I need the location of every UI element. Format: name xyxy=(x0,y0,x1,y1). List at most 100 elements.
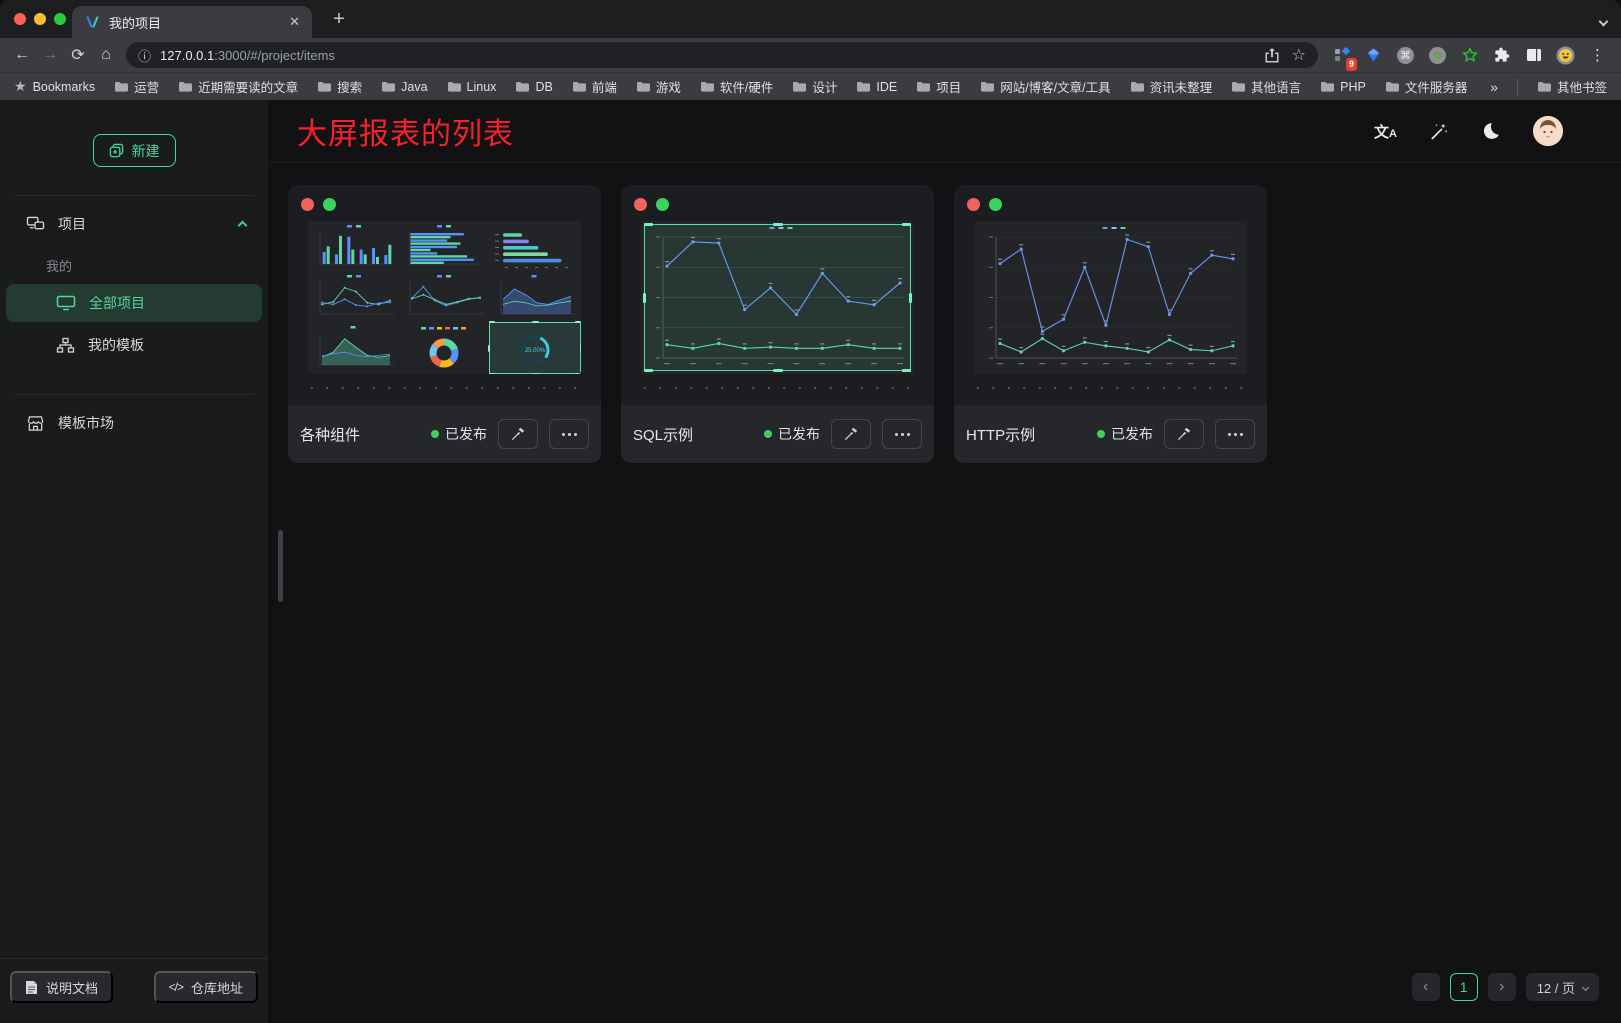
url-text[interactable]: 127.0.0.1:3000/#/project/items xyxy=(160,48,1256,63)
dark-mode-moon-icon[interactable] xyxy=(1481,121,1501,141)
resize-handle[interactable] xyxy=(532,321,539,323)
bookmark-folder[interactable]: 近期需要读的文章 xyxy=(178,77,298,96)
bookmark-folder[interactable]: 游戏 xyxy=(636,77,681,96)
resize-handle[interactable] xyxy=(773,369,783,372)
project-thumbnail[interactable] xyxy=(641,221,914,374)
site-info-icon[interactable]: ⓘ xyxy=(138,46,151,65)
new-project-button[interactable]: 新建 xyxy=(93,134,176,167)
bookmark-folder[interactable]: Java xyxy=(381,80,427,94)
resize-handle[interactable] xyxy=(773,223,783,226)
resize-handle[interactable] xyxy=(902,369,911,372)
window-minimize-button[interactable] xyxy=(34,13,46,25)
tab-close-icon[interactable]: ✕ xyxy=(289,14,300,30)
header-actions: 文A xyxy=(1374,116,1563,146)
project-thumbnail[interactable]: 25.00% xyxy=(308,221,581,374)
edit-project-button[interactable] xyxy=(831,419,871,449)
project-card[interactable]: HTTP示例 已发布 xyxy=(954,185,1267,463)
more-actions-button[interactable] xyxy=(549,419,589,449)
bookmark-folder[interactable]: 文件服务器 xyxy=(1385,77,1468,96)
page-size-select[interactable]: 12 / 页 xyxy=(1526,973,1599,1001)
bookmarks-overflow-icon[interactable]: » xyxy=(1490,79,1498,95)
resize-handle[interactable] xyxy=(644,369,653,372)
resize-handle[interactable] xyxy=(643,293,646,303)
extension-command-icon[interactable]: ⌘ xyxy=(1396,46,1415,65)
back-icon[interactable]: ← xyxy=(8,46,36,64)
current-page-button[interactable]: 1 xyxy=(1450,973,1478,1001)
bookmark-folder[interactable]: DB xyxy=(515,80,552,94)
profile-avatar-icon[interactable] xyxy=(1556,46,1575,65)
sidebar-item-template-market[interactable]: 模板市场 xyxy=(0,403,268,443)
resize-handle[interactable] xyxy=(644,223,653,226)
hammer-icon xyxy=(843,426,859,442)
bookmark-folder[interactable]: 运营 xyxy=(114,77,159,96)
extensions-puzzle-icon[interactable] xyxy=(1492,46,1511,65)
window-zoom-button[interactable] xyxy=(54,13,66,25)
docs-button[interactable]: 说明文档 xyxy=(10,971,113,1003)
project-card-list: 25.00% 各种组件 已发布 SQL示例 已发布 xyxy=(268,163,1621,463)
project-thumbnail[interactable] xyxy=(974,221,1247,374)
browser-tab[interactable]: 我的项目 ✕ xyxy=(72,6,312,38)
resize-handle[interactable] xyxy=(532,373,539,374)
language-icon[interactable]: 文A xyxy=(1374,121,1397,142)
folder-icon xyxy=(856,81,870,92)
resize-handle[interactable] xyxy=(575,373,581,374)
dotted-separator xyxy=(304,387,585,389)
bookmark-folder[interactable]: 其他语言 xyxy=(1231,77,1301,96)
magic-wand-icon[interactable] xyxy=(1429,121,1449,141)
extension-record-icon[interactable] xyxy=(1428,46,1447,65)
folder-icon xyxy=(1320,81,1334,92)
sidebar-item-all-projects[interactable]: 全部项目 xyxy=(6,284,262,322)
resize-handle[interactable] xyxy=(575,321,581,323)
side-panel-icon[interactable] xyxy=(1524,46,1543,65)
tab-search-icon[interactable] xyxy=(1600,12,1607,30)
collapse-chevron-icon[interactable] xyxy=(239,216,246,232)
forward-icon[interactable]: → xyxy=(36,46,64,64)
home-icon[interactable]: ⌂ xyxy=(92,46,120,64)
bookmark-folder[interactable]: IDE xyxy=(856,80,897,94)
address-bar[interactable]: ⓘ 127.0.0.1:3000/#/project/items ☆ xyxy=(126,42,1318,68)
edit-project-button[interactable] xyxy=(1164,419,1204,449)
resize-handle[interactable] xyxy=(902,223,911,226)
bookmark-folder[interactable]: 前端 xyxy=(572,77,617,96)
project-card[interactable]: 25.00% 各种组件 已发布 xyxy=(288,185,601,463)
share-icon[interactable] xyxy=(1265,47,1279,63)
resize-handle[interactable] xyxy=(489,321,495,323)
extension-star-icon[interactable] xyxy=(1460,46,1479,65)
browser-menu-icon[interactable]: ⋮ xyxy=(1590,46,1605,64)
more-actions-button[interactable] xyxy=(882,419,922,449)
prev-page-button[interactable]: ‹ xyxy=(1412,973,1440,1001)
scrollbar-thumb[interactable] xyxy=(278,530,283,602)
bookmark-folder[interactable]: Linux xyxy=(447,80,497,94)
mini-chart-cell xyxy=(399,222,489,272)
bookmark-folder[interactable]: 搜索 xyxy=(317,77,362,96)
bookmark-folder[interactable]: 网站/博客/文章/工具 xyxy=(980,77,1110,96)
reload-icon[interactable]: ⟳ xyxy=(64,45,92,65)
bookmarks-root[interactable]: ★Bookmarks xyxy=(14,78,95,95)
more-actions-button[interactable] xyxy=(1215,419,1255,449)
resize-handle[interactable] xyxy=(488,345,490,352)
resize-handle[interactable] xyxy=(580,345,581,352)
bookmark-folder[interactable]: 软件/硬件 xyxy=(700,77,773,96)
user-avatar[interactable] xyxy=(1533,116,1563,146)
window-close-button[interactable] xyxy=(14,13,26,25)
sidebar-section-project[interactable]: 项目 xyxy=(0,204,268,244)
repo-button[interactable]: </> 仓库地址 xyxy=(154,971,258,1003)
window-controls xyxy=(14,13,66,25)
bookmark-folder[interactable]: PHP xyxy=(1320,80,1366,94)
project-card[interactable]: SQL示例 已发布 xyxy=(621,185,934,463)
bookmark-folder[interactable]: 项目 xyxy=(916,77,961,96)
line-chart xyxy=(974,221,1247,374)
bookmark-folder[interactable]: 资讯未整理 xyxy=(1130,77,1213,96)
bookmark-star-icon[interactable]: ☆ xyxy=(1292,45,1306,65)
browser-toolbar: ← → ⟳ ⌂ ⓘ 127.0.0.1:3000/#/project/items… xyxy=(0,38,1621,72)
resize-handle[interactable] xyxy=(489,373,495,374)
edit-project-button[interactable] xyxy=(498,419,538,449)
extension-grid-icon[interactable]: 9 xyxy=(1332,46,1351,65)
new-tab-button[interactable]: + xyxy=(326,6,352,32)
resize-handle[interactable] xyxy=(909,293,912,303)
next-page-button[interactable]: › xyxy=(1488,973,1516,1001)
sidebar-item-my-templates[interactable]: 我的模板 xyxy=(6,326,262,364)
other-bookmarks[interactable]: 其他书签 xyxy=(1537,77,1607,96)
bookmark-folder[interactable]: 设计 xyxy=(792,77,837,96)
extension-gem-icon[interactable] xyxy=(1364,46,1383,65)
